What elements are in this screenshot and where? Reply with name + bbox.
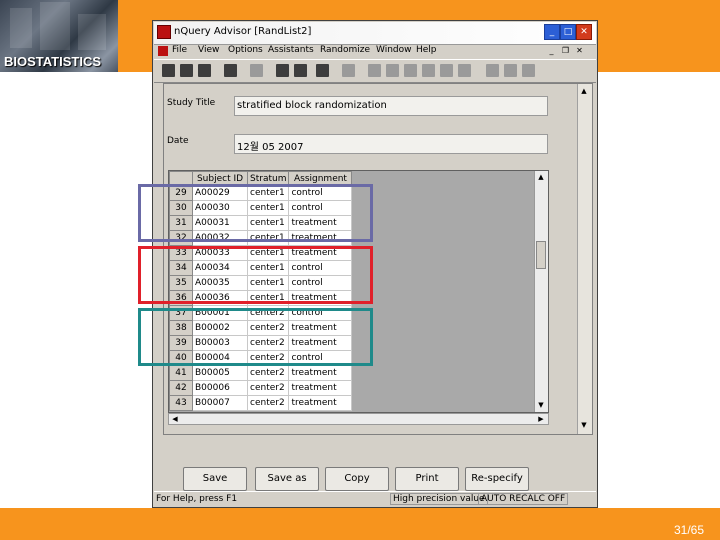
stop-icon[interactable]: [250, 64, 263, 77]
date-label: Date: [167, 136, 189, 146]
save-button[interactable]: Save: [183, 467, 247, 491]
table-scroll-right-icon[interactable]: ▶: [536, 414, 546, 424]
open-icon[interactable]: [180, 64, 193, 77]
status-help-text: For Help, press F1: [156, 494, 238, 504]
menu-help[interactable]: Help: [416, 45, 437, 55]
copy-button[interactable]: Copy: [325, 467, 389, 491]
doc-icon[interactable]: [158, 46, 168, 56]
subject-id-cell[interactable]: B00007: [192, 395, 248, 411]
mdi-minimize-icon[interactable]: _: [546, 45, 557, 56]
assignment-cell[interactable]: treatment: [288, 395, 353, 411]
save-as-button[interactable]: Save as: [255, 467, 319, 491]
window-title: nQuery Advisor [RandList2]: [174, 26, 312, 37]
assignment-cell[interactable]: treatment: [288, 380, 353, 396]
assignment-cell[interactable]: treatment: [288, 365, 353, 381]
menu-view[interactable]: View: [198, 45, 219, 55]
title-bar[interactable]: nQuery Advisor [RandList2] _ □ ✕: [154, 22, 596, 45]
highlight-box-upper: [138, 184, 373, 242]
grid-icon[interactable]: [368, 64, 381, 77]
row-number[interactable]: 43: [169, 395, 193, 411]
maximize-button[interactable]: □: [560, 24, 576, 40]
app-icon[interactable]: [157, 25, 171, 39]
table-icon[interactable]: [386, 64, 399, 77]
menu-file[interactable]: File: [172, 45, 187, 55]
scroll-up-icon[interactable]: ▲: [579, 86, 589, 96]
date-field[interactable]: 12월 05 2007: [234, 134, 548, 154]
row-number[interactable]: 42: [169, 380, 193, 396]
stratum-cell[interactable]: center2: [246, 365, 290, 381]
cut-icon[interactable]: [276, 64, 289, 77]
menu-window[interactable]: Window: [376, 45, 412, 55]
table-scroll-up-icon[interactable]: ▲: [536, 172, 546, 182]
save-icon[interactable]: [198, 64, 211, 77]
document-vertical-scrollbar[interactable]: ▲ ▼: [577, 84, 592, 434]
table-vertical-scrollbar[interactable]: ▲ ▼: [534, 171, 548, 412]
sigma-icon[interactable]: [486, 64, 499, 77]
status-bar: For Help, press F1 High precision value …: [154, 491, 596, 508]
status-recalc: AUTO RECALC OFF: [478, 493, 569, 505]
highlight-box-lower: [138, 308, 373, 366]
chart-icon[interactable]: [404, 64, 417, 77]
table-row[interactable]: 41 B00005 center2 treatment: [169, 365, 353, 381]
mdi-restore-icon[interactable]: ❐: [560, 45, 571, 56]
subject-id-cell[interactable]: B00006: [192, 380, 248, 396]
minimize-icon: _: [549, 27, 555, 37]
study-title-label: Study Title: [167, 98, 216, 108]
window-icon[interactable]: [440, 64, 453, 77]
help-pointer-icon[interactable]: [504, 64, 517, 77]
table-scroll-down-icon[interactable]: ▼: [536, 400, 546, 410]
stratum-cell[interactable]: center2: [246, 395, 290, 411]
table-row[interactable]: 42 B00006 center2 treatment: [169, 380, 353, 396]
copy-icon[interactable]: [294, 64, 307, 77]
page-number: 31/65: [673, 523, 704, 537]
print-button[interactable]: Print: [395, 467, 459, 491]
close-button[interactable]: ✕: [576, 24, 592, 40]
status-precision: High precision value: [390, 493, 488, 505]
paste-icon[interactable]: [316, 64, 329, 77]
row-number[interactable]: 41: [169, 365, 193, 381]
context-help-icon[interactable]: [522, 64, 535, 77]
menu-assistants[interactable]: Assistants: [268, 45, 314, 55]
table-scroll-left-icon[interactable]: ◀: [170, 414, 180, 424]
print-icon[interactable]: [224, 64, 237, 77]
highlight-box-middle: [138, 246, 373, 304]
table-row[interactable]: 43 B00007 center2 treatment: [169, 395, 353, 411]
slide-bottom-bar: [0, 508, 720, 540]
scroll-down-icon[interactable]: ▼: [579, 420, 589, 430]
menu-bar: File View Options Assistants Randomize W…: [154, 43, 596, 59]
layout-icon[interactable]: [458, 64, 471, 77]
study-title-field[interactable]: stratified block randomization: [234, 96, 548, 116]
logo-banner: BIOSTATISTICS: [0, 0, 118, 72]
calc-icon[interactable]: [422, 64, 435, 77]
clipboard-icon[interactable]: [342, 64, 355, 77]
maximize-icon: □: [563, 27, 573, 37]
table-horizontal-scrollbar[interactable]: ◀ ▶: [168, 413, 549, 425]
respecify-button[interactable]: Re-specify: [465, 467, 529, 491]
mdi-close-icon[interactable]: ✕: [574, 45, 585, 56]
subject-id-cell[interactable]: B00005: [192, 365, 248, 381]
minimize-button[interactable]: _: [544, 24, 560, 40]
logo-text: BIOSTATISTICS: [4, 54, 102, 69]
stratum-cell[interactable]: center2: [246, 380, 290, 396]
new-icon[interactable]: [162, 64, 175, 77]
table-scroll-thumb[interactable]: [536, 241, 546, 269]
menu-randomize[interactable]: Randomize: [320, 45, 370, 55]
toolbar: [154, 59, 596, 83]
close-icon: ✕: [580, 27, 588, 37]
menu-options[interactable]: Options: [228, 45, 263, 55]
